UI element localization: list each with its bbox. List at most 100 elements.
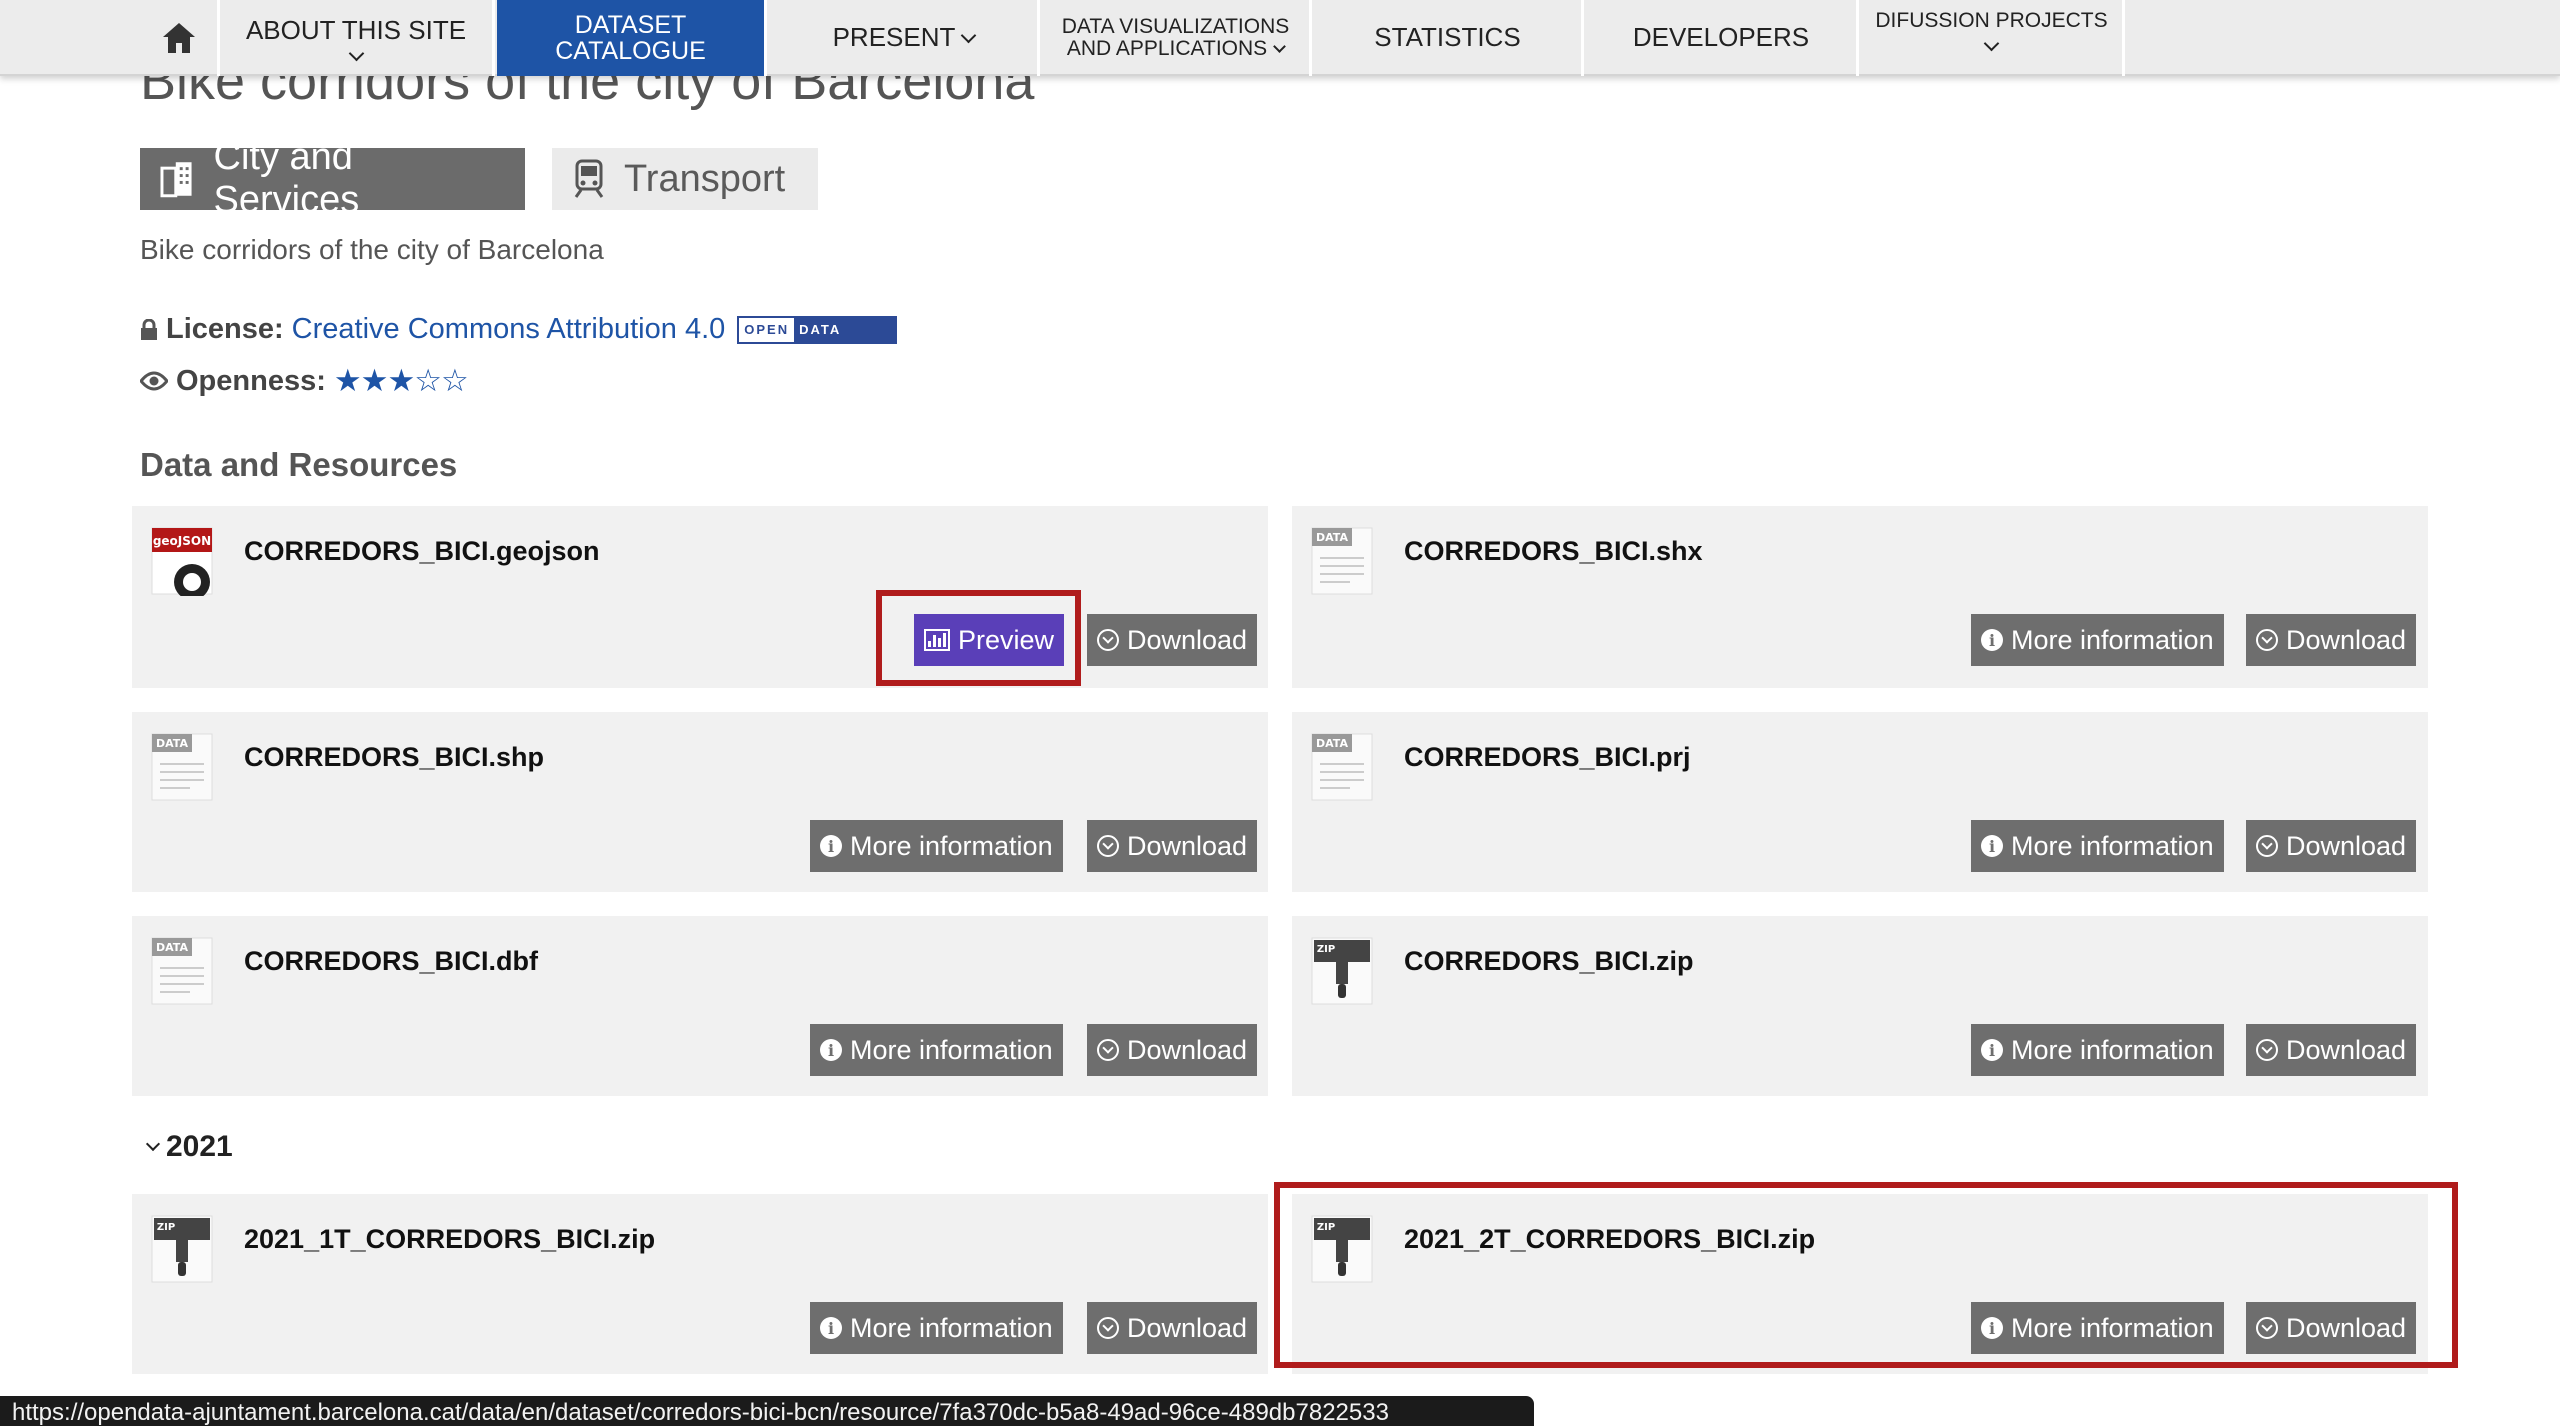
download-icon [1097,1317,1119,1339]
more-information-label: More information [2011,624,2214,655]
download-button[interactable]: Download [1087,614,1258,666]
download-button[interactable]: Download [2246,614,2417,666]
bar-chart-icon [924,629,950,651]
chevron-down-icon [1273,39,1287,53]
open-data-badge[interactable]: OPEN DATA [737,315,898,344]
resource-name[interactable]: CORREDORS_BICI.geojson [244,536,600,567]
more-information-label: More information [850,1312,1053,1343]
more-information-button[interactable]: i More information [810,820,1063,872]
resource-name[interactable]: 2021_2T_CORREDORS_BICI.zip [1404,1224,1815,1255]
chevron-down-icon [961,27,977,43]
tag-label: Transport [624,157,786,200]
download-icon [1097,835,1119,857]
nav-statistics-label: STATISTICS [1374,22,1521,53]
file-icon-label: ZIP [1317,944,1335,955]
more-information-label: More information [850,1034,1053,1065]
nav-dataset-line1: DATASET [574,10,687,39]
download-label: Download [1127,624,1248,655]
nav-data-visualizations[interactable]: DATA VISUALIZATIONS AND APPLICATIONS [1042,0,1312,76]
download-icon [2256,629,2278,651]
file-icon-label: DATA [1316,737,1348,750]
dataset-description: Bike corridors of the city of Barcelona [140,234,604,265]
download-label: Download [2286,1312,2407,1343]
nav-statistics[interactable]: STATISTICS [1314,0,1584,76]
geojson-file-icon: geoJSON [151,527,213,596]
file-icon-label: DATA [156,737,188,750]
nav-difussion-projects[interactable]: DIFUSSION PROJECTS [1861,0,2125,76]
file-icon-label: DATA [1316,531,1348,544]
nav-difussion-label: DIFUSSION PROJECTS [1875,9,2108,32]
top-navigation: ABOUT THIS SITE DATASET CATALOGUE PRESEN… [0,0,2560,76]
info-icon: i [820,1317,842,1339]
more-information-button[interactable]: i More information [1971,1302,2224,1354]
info-icon: i [820,1039,842,1061]
file-icon-label: DATA [156,941,188,954]
info-icon: i [1981,1039,2003,1061]
download-button[interactable]: Download [2246,1302,2417,1354]
nav-developers-label: DEVELOPERS [1632,22,1810,53]
more-information-button[interactable]: i More information [810,1024,1063,1076]
download-button[interactable]: Download [1087,1024,1258,1076]
resource-card: geoJSON CORREDORS_BICI.geojson Preview D… [132,506,1268,688]
license-row: License: Creative Commons Attribution 4.… [140,313,898,346]
preview-label: Preview [958,624,1055,655]
download-button[interactable]: Download [1087,1302,1258,1354]
download-button[interactable]: Download [2246,820,2417,872]
download-label: Download [2286,1034,2407,1065]
license-link[interactable]: Creative Commons Attribution 4.0 [292,313,726,346]
badge-data-text: DATA [794,317,896,342]
resource-card: ZIP CORREDORS_BICI.zip i More informatio… [1292,916,2428,1096]
download-label: Download [1127,1034,1248,1065]
info-icon: i [1981,835,2003,857]
nav-dataviz-line1: DATA VISUALIZATIONS [1061,14,1290,38]
section-heading: Data and Resources [140,446,458,483]
resource-name[interactable]: 2021_1T_CORREDORS_BICI.zip [244,1224,655,1255]
resource-name[interactable]: CORREDORS_BICI.dbf [244,946,538,977]
resource-name[interactable]: CORREDORS_BICI.shx [1404,536,1703,567]
more-information-button[interactable]: i More information [810,1302,1063,1354]
nav-dataset-line2: CATALOGUE [555,37,706,65]
resource-card: DATA CORREDORS_BICI.dbf i More informati… [132,916,1268,1096]
data-file-icon: DATA [1311,527,1373,595]
openness-row: Openness: ★★★☆☆ [140,363,469,399]
eye-icon [140,371,168,391]
preview-button[interactable]: Preview [914,614,1065,666]
resource-name[interactable]: CORREDORS_BICI.prj [1404,742,1691,773]
tag-city-and-services[interactable]: City and Services [140,136,525,221]
openness-stars: ★★★☆☆ [333,363,469,398]
tag-label: City and Services [213,136,360,221]
train-icon [574,159,604,198]
nav-developers[interactable]: DEVELOPERS [1586,0,1859,76]
year-group-toggle[interactable]: 2021 [145,1130,233,1164]
info-icon: i [820,835,842,857]
download-button[interactable]: Download [2246,1024,2417,1076]
download-label: Download [2286,624,2407,655]
zip-file-icon: ZIP [1311,1215,1373,1283]
chevron-down-icon [1983,35,2000,52]
chevron-down-icon [348,45,364,62]
badge-open-text: OPEN [739,317,795,342]
nav-about-label: ABOUT THIS SITE [245,14,467,45]
nav-about-this-site[interactable]: ABOUT THIS SITE [220,0,495,76]
more-information-label: More information [2011,1312,2214,1343]
more-information-button[interactable]: i More information [1971,1024,2224,1076]
info-icon: i [1981,1317,2003,1339]
zip-file-icon: ZIP [151,1215,213,1283]
nav-dataset-catalogue[interactable]: DATASET CATALOGUE [497,0,767,76]
license-label: License: [166,313,284,345]
tag-transport[interactable]: Transport [552,148,818,210]
nav-home[interactable] [140,0,220,76]
download-label: Download [1127,830,1248,861]
download-button[interactable]: Download [1087,820,1258,872]
resource-card: ZIP 2021_2T_CORREDORS_BICI.zip i More in… [1292,1194,2428,1374]
resource-name[interactable]: CORREDORS_BICI.zip [1404,946,1694,977]
nav-present[interactable]: PRESENT [770,0,1040,76]
more-information-button[interactable]: i More information [1971,820,2224,872]
more-information-label: More information [2011,1034,2214,1065]
download-icon [1097,629,1119,651]
lock-icon [141,318,157,340]
download-label: Download [1127,1312,1248,1343]
more-information-button[interactable]: i More information [1971,614,2224,666]
download-icon [2256,835,2278,857]
resource-name[interactable]: CORREDORS_BICI.shp [244,742,544,773]
